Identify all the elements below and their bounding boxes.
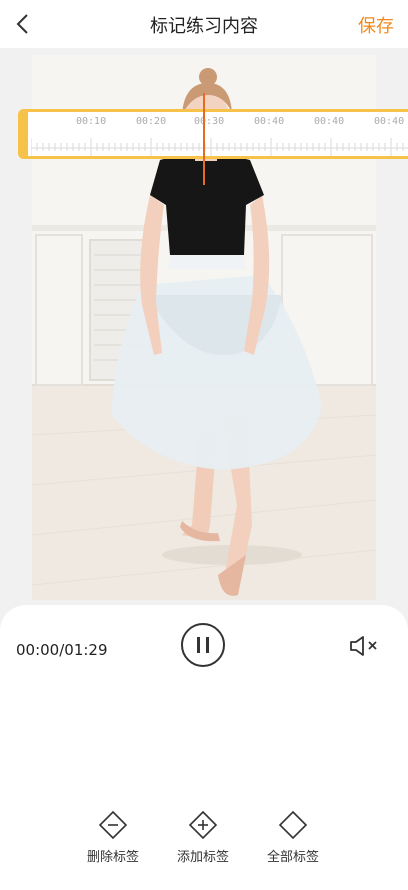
speaker-muted-icon[interactable] (348, 634, 382, 658)
delete-tag-button[interactable]: 删除标签 (73, 810, 153, 865)
page-title: 标记练习内容 (150, 16, 258, 37)
time-display: 00:00/01:29 (16, 641, 108, 659)
timeline-label: 00:40 (314, 116, 345, 127)
pause-button[interactable] (181, 623, 225, 667)
header-bar: 标记练习内容 保存 (0, 0, 408, 48)
minus-diamond-icon (98, 810, 128, 840)
pause-icon-bar (206, 637, 209, 653)
timeline-ticks (31, 138, 408, 156)
add-tag-button[interactable]: 添加标签 (163, 810, 243, 865)
timeline-label: 00:10 (76, 116, 107, 127)
all-tags-button[interactable]: 全部标签 (253, 810, 333, 865)
timeline-handle[interactable] (18, 109, 28, 159)
pause-icon (197, 637, 200, 653)
timeline-label: 00:40 (254, 116, 285, 127)
all-tags-label: 全部标签 (266, 850, 319, 865)
add-tag-label: 添加标签 (176, 850, 229, 865)
delete-tag-label: 删除标签 (86, 850, 139, 865)
plus-diamond-icon (188, 810, 218, 840)
diamond-icon (278, 810, 308, 840)
save-button[interactable]: 保存 (358, 12, 394, 38)
timeline-label: 00:30 (194, 116, 225, 127)
timeline-label: 00:40 (374, 116, 405, 127)
timeline-label: 00:20 (136, 116, 167, 127)
timeline-track[interactable]: 00:10 00:20 00:30 00:40 00:40 00:40 (18, 109, 408, 159)
playhead[interactable] (203, 93, 205, 185)
